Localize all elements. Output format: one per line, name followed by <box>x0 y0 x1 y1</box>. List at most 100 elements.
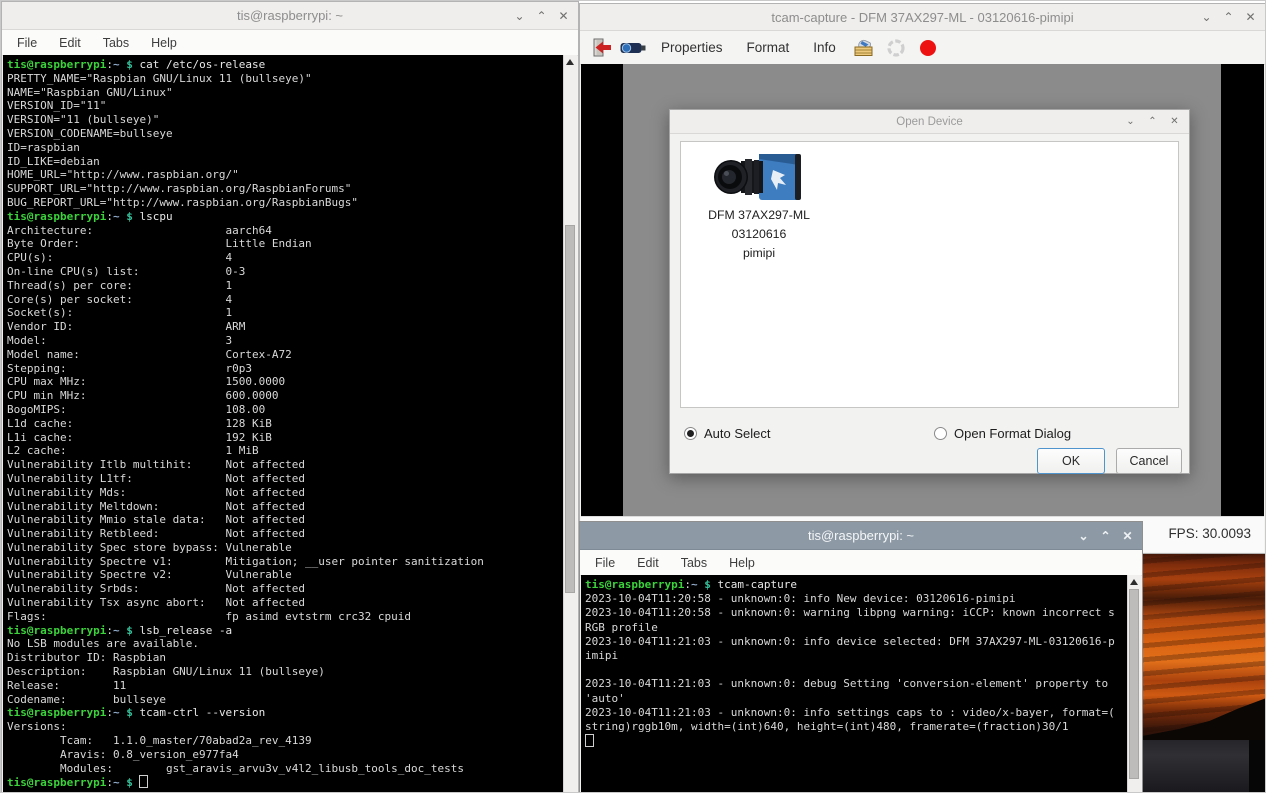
terminal-line: imipi <box>585 649 1128 663</box>
menu-item[interactable]: Edit <box>626 553 670 573</box>
terminal-line: L1d cache: 128 KiB <box>7 417 564 431</box>
properties-button[interactable]: Properties <box>652 36 732 59</box>
terminal-line: 2023-10-04T11:20:58 - unknown:0: warning… <box>585 606 1128 620</box>
wallpaper-water <box>1142 740 1265 792</box>
terminal-line: Vulnerability Retbleed: Not affected <box>7 527 564 541</box>
open-format-dialog-label: Open Format Dialog <box>954 426 1071 441</box>
format-button[interactable]: Format <box>738 36 799 59</box>
terminal-line: Distributor ID: Raspbian <box>7 651 564 665</box>
terminal-line: string)rggb10m, width=(int)640, height=(… <box>585 720 1128 734</box>
dialog-title: Open Device <box>896 116 962 128</box>
terminal-line: Model: 3 <box>7 334 564 348</box>
minimize-icon[interactable]: ⌄ <box>1200 11 1213 23</box>
bottom-terminal-titlebar[interactable]: tis@raspberrypi: ~ ⌄ ⌃ ✕ <box>580 522 1142 550</box>
maximize-icon[interactable]: ⌃ <box>535 10 548 22</box>
left-terminal-titlebar[interactable]: tis@raspberrypi: ~ ⌄ ⌃ ✕ <box>2 2 578 30</box>
maximize-icon[interactable]: ⌃ <box>1222 11 1235 23</box>
device-list-panel: DFM 37AX297-ML 03120616 pimipi <box>680 141 1179 408</box>
close-icon[interactable]: ✕ <box>1244 11 1257 23</box>
terminal-line: Vulnerability Spectre v1: Mitigation; __… <box>7 555 564 569</box>
left-terminal-controls: ⌄ ⌃ ✕ <box>513 2 570 29</box>
terminal-line: 'auto' <box>585 692 1128 706</box>
terminal-line: Socket(s): 1 <box>7 306 564 320</box>
terminal-line: No LSB modules are available. <box>7 637 564 651</box>
terminal-line: Vulnerability Mmio stale data: Not affec… <box>7 513 564 527</box>
terminal-line: CPU min MHz: 600.0000 <box>7 389 564 403</box>
quit-icon[interactable] <box>588 35 614 61</box>
auto-select-option[interactable]: Auto Select <box>684 426 771 441</box>
ok-button[interactable]: OK <box>1037 448 1105 474</box>
terminal-line: On-line CPU(s) list: 0-3 <box>7 265 564 279</box>
maximize-icon[interactable]: ⌃ <box>1099 530 1112 542</box>
menu-item[interactable]: Edit <box>48 33 92 53</box>
terminal-line: Release: 11 <box>7 679 564 693</box>
auto-select-radio[interactable] <box>684 427 697 440</box>
tcam-window-controls: ⌄ ⌃ ✕ <box>1200 4 1257 30</box>
terminal-line: Vulnerability Mds: Not affected <box>7 486 564 500</box>
scrollbar-thumb[interactable] <box>565 225 575 593</box>
menu-item[interactable]: Tabs <box>670 553 718 573</box>
maximize-icon[interactable]: ⌃ <box>1146 117 1159 127</box>
dialog-titlebar[interactable]: Open Device ⌄ ⌃ ✕ <box>670 110 1189 134</box>
close-icon[interactable]: ✕ <box>1121 530 1134 542</box>
close-icon[interactable]: ✕ <box>557 10 570 22</box>
terminal-output: tis@raspberrypi:~ $ cat /etc/os-releaseP… <box>3 55 564 792</box>
menu-item[interactable]: Help <box>140 33 188 53</box>
terminal-line: Modules: gst_aravis_arvu3v_v4l2_libusb_t… <box>7 762 564 776</box>
info-button[interactable]: Info <box>804 36 845 59</box>
device-camera-icon[interactable] <box>620 35 646 61</box>
terminal-line: tis@raspberrypi:~ $ lscpu <box>7 210 564 224</box>
bottom-terminal-controls: ⌄ ⌃ ✕ <box>1077 522 1134 549</box>
terminal-line: Vendor ID: ARM <box>7 320 564 334</box>
terminal-line: NAME="Raspbian GNU/Linux" <box>7 86 564 100</box>
terminal-line: VERSION="11 (bullseye)" <box>7 113 564 127</box>
terminal-line: Codename: bullseye <box>7 693 564 707</box>
terminal-line <box>585 734 1128 748</box>
terminal-line: Vulnerability Itlb multihit: Not affecte… <box>7 458 564 472</box>
save-image-icon[interactable] <box>851 35 877 61</box>
left-terminal-menubar: FileEditTabsHelp <box>2 30 578 56</box>
minimize-icon[interactable]: ⌄ <box>1077 530 1090 542</box>
terminal-line: Versions: <box>7 720 564 734</box>
tcam-toolbar: Properties Format Info <box>580 31 1265 65</box>
device-list-item[interactable]: DFM 37AX297-ML 03120616 pimipi <box>691 148 827 263</box>
open-format-dialog-radio[interactable] <box>934 427 947 440</box>
shutter-icon[interactable] <box>883 35 909 61</box>
terminal-line <box>585 663 1128 677</box>
terminal-line: Flags: fp asimd evtstrm crc32 cpuid <box>7 610 564 624</box>
menu-item[interactable]: Help <box>718 553 766 573</box>
terminal-line: Thread(s) per core: 1 <box>7 279 564 293</box>
terminal-line: Vulnerability Meltdown: Not affected <box>7 500 564 514</box>
scroll-up-icon[interactable] <box>566 59 574 65</box>
terminal-line: RGB profile <box>585 621 1128 635</box>
record-icon[interactable] <box>915 35 941 61</box>
radio-dot <box>687 430 694 437</box>
desktop: tcam-capture - DFM 37AX297-ML - 03120616… <box>0 0 1266 793</box>
minimize-icon[interactable]: ⌄ <box>513 10 526 22</box>
cancel-button[interactable]: Cancel <box>1116 448 1182 474</box>
menu-item[interactable]: Tabs <box>92 33 140 53</box>
open-format-dialog-option[interactable]: Open Format Dialog <box>934 426 1071 441</box>
terminal-line: Vulnerability Spectre v2: Vulnerable <box>7 568 564 582</box>
terminal-line: Vulnerability Tsx async abort: Not affec… <box>7 596 564 610</box>
scroll-up-icon[interactable] <box>1130 579 1138 585</box>
scrollbar[interactable] <box>563 55 577 792</box>
menu-item[interactable]: File <box>584 553 626 573</box>
menu-item[interactable]: File <box>6 33 48 53</box>
terminal-line: Model name: Cortex-A72 <box>7 348 564 362</box>
close-icon[interactable]: ✕ <box>1168 117 1181 127</box>
tcam-titlebar[interactable]: tcam-capture - DFM 37AX297-ML - 03120616… <box>580 4 1265 31</box>
scrollbar[interactable] <box>1127 575 1141 792</box>
terminal-line: Description: Raspbian GNU/Linux 11 (bull… <box>7 665 564 679</box>
terminal-line: CPU max MHz: 1500.0000 <box>7 375 564 389</box>
scrollbar-thumb[interactable] <box>1129 589 1139 779</box>
tcam-window-title: tcam-capture - DFM 37AX297-ML - 03120616… <box>771 10 1073 25</box>
left-terminal-window: tis@raspberrypi: ~ ⌄ ⌃ ✕ FileEditTabsHel… <box>1 1 579 793</box>
terminal-line: L1i cache: 192 KiB <box>7 431 564 445</box>
terminal-cursor <box>139 775 148 788</box>
terminal-line: 2023-10-04T11:21:03 - unknown:0: debug S… <box>585 677 1128 691</box>
terminal-cursor <box>585 734 594 747</box>
dialog-controls: ⌄ ⌃ ✕ <box>1124 110 1181 133</box>
terminal-line: tis@raspberrypi:~ $ cat /etc/os-release <box>7 58 564 72</box>
minimize-icon[interactable]: ⌄ <box>1124 117 1137 127</box>
